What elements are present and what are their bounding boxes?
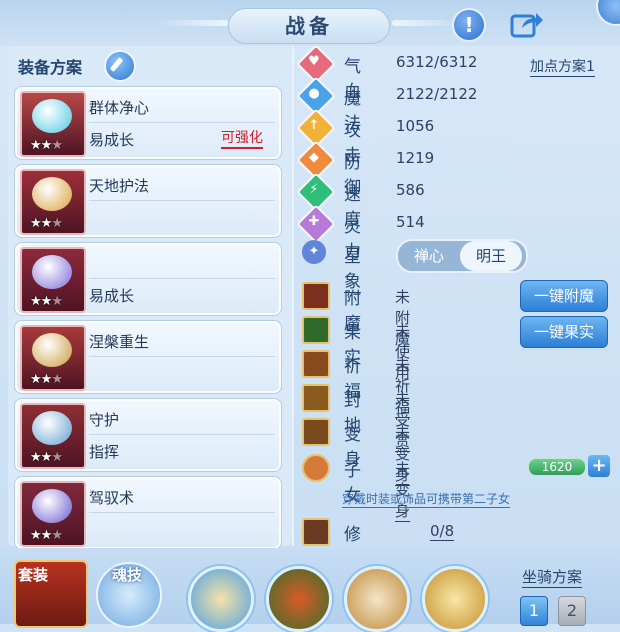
equipment-stars: ★★★ — [30, 372, 63, 387]
transform-icon — [302, 418, 330, 446]
stat-glyph: ● — [308, 86, 320, 101]
one-click-fruit-button[interactable]: 一键果实 — [520, 316, 608, 348]
enchant-icon — [302, 282, 330, 310]
child-level-plus-button[interactable]: + — [588, 455, 610, 477]
fruit-icon — [302, 316, 330, 344]
stat-value: 1219 — [396, 149, 435, 167]
equipment-item-icon[interactable]: ★★★ — [20, 481, 86, 547]
equipment-stars: ★★★ — [30, 450, 63, 465]
skill-slot-4[interactable] — [422, 566, 488, 632]
equipment-item-icon[interactable]: ★★★ — [20, 247, 86, 313]
star-sign-glyph: ✦ — [308, 244, 320, 259]
equipment-line1: 天地护法 — [89, 177, 150, 195]
equipment-gem-icon — [32, 177, 72, 211]
cultivation-value[interactable]: 0/8 — [430, 522, 455, 541]
stat-glyph: ✚ — [308, 214, 320, 229]
equipment-line2: 易成长 — [89, 131, 135, 149]
window-title: 战备 — [228, 8, 390, 44]
equipment-line1: 驾驭术 — [89, 489, 135, 507]
second-child-tip[interactable]: 穿戴时装或饰品可携带第二子女 — [342, 490, 511, 508]
equipment-line2: 指挥 — [89, 443, 120, 461]
equipment-item-icon[interactable]: ★★★ — [20, 403, 86, 469]
equipment-card-divider — [89, 356, 275, 357]
cultivation-icon — [302, 518, 330, 546]
stat-glyph: ◆ — [309, 150, 319, 165]
stat-value: 6312/6312 — [396, 53, 478, 71]
stat-glyph: ⚡ — [309, 182, 319, 197]
equipment-item-icon[interactable]: ★★★ — [20, 169, 86, 235]
equipment-gem-icon — [32, 333, 72, 367]
equipment-gem-icon — [32, 411, 72, 445]
equipment-card-divider — [89, 278, 275, 279]
equipment-stars: ★★★ — [30, 294, 63, 309]
equipment-gem-icon — [32, 489, 72, 523]
info-icon[interactable]: ! — [452, 8, 486, 42]
stat-value: 1056 — [396, 117, 435, 135]
edit-scheme-icon[interactable] — [104, 50, 136, 82]
equipment-card[interactable]: ★★★ 天地护法 — [14, 164, 282, 238]
equipment-stars: ★★★ — [30, 216, 63, 231]
blessing-icon — [302, 350, 330, 378]
equipment-stars: ★★★ — [30, 138, 63, 153]
stat-value: 2122/2122 — [396, 85, 478, 103]
suit-label: 套装 — [18, 566, 49, 584]
stat-value: 586 — [396, 181, 425, 199]
equipment-line1: 守护 — [89, 411, 120, 429]
equipment-card-divider — [89, 512, 275, 513]
fief-icon — [302, 384, 330, 412]
equipment-line2: 易成长 — [89, 287, 135, 305]
add-point-scheme-link[interactable]: 加点方案1 — [530, 56, 595, 77]
skill-slot-3[interactable] — [344, 566, 410, 632]
soul-skill-label: 魂技 — [112, 566, 143, 584]
upgradable-tag[interactable]: 可强化 — [221, 127, 263, 149]
equipment-gem-icon — [32, 99, 72, 133]
child-level-bar: 1620 — [528, 458, 586, 476]
equipment-line1: 涅槃重生 — [89, 333, 150, 351]
mount-scheme-1-button[interactable]: 1 — [520, 596, 548, 626]
equipment-line1: 群体净心 — [89, 99, 150, 117]
equipment-gem-icon — [32, 255, 72, 289]
title-ornament-left — [158, 20, 228, 26]
equipment-card-divider — [89, 434, 275, 435]
equipment-card[interactable]: ★★★ 驾驭术 — [14, 476, 282, 550]
skill-slot-2[interactable] — [266, 566, 332, 632]
panel-divider — [292, 46, 294, 546]
one-click-enchant-button[interactable]: 一键附魔 — [520, 280, 608, 312]
equipment-card[interactable]: ★★★ 守护指挥 — [14, 398, 282, 472]
star-sign-option-chanxin[interactable]: 禅心 — [398, 241, 460, 271]
equipment-scheme-label: 装备方案 — [18, 58, 83, 77]
child-icon — [302, 454, 330, 482]
equipment-stars: ★★★ — [30, 528, 63, 543]
stat-value: 514 — [396, 213, 425, 231]
stat-glyph: ♥ — [308, 54, 320, 69]
star-sign-toggle[interactable]: 禅心 明王 — [396, 239, 528, 273]
stat-glyph: ↑ — [308, 118, 320, 133]
equipment-item-icon[interactable]: ★★★ — [20, 91, 86, 157]
equipment-card-divider — [89, 122, 275, 123]
mount-scheme-link[interactable]: 坐骑方案 — [522, 566, 583, 588]
equipment-card[interactable]: ★★★ 涅槃重生 — [14, 320, 282, 394]
equipment-item-icon[interactable]: ★★★ — [20, 325, 86, 391]
equipment-card-divider — [89, 200, 275, 201]
star-sign-option-mingwang[interactable]: 明王 — [460, 241, 522, 271]
mount-scheme-2-button[interactable]: 2 — [558, 596, 586, 626]
equipment-card[interactable]: ★★★ 易成长 — [14, 242, 282, 316]
share-icon[interactable] — [510, 10, 544, 38]
equipment-card[interactable]: ★★★ 群体净心易成长 可强化 — [14, 86, 282, 160]
skill-slot-1[interactable] — [188, 566, 254, 632]
